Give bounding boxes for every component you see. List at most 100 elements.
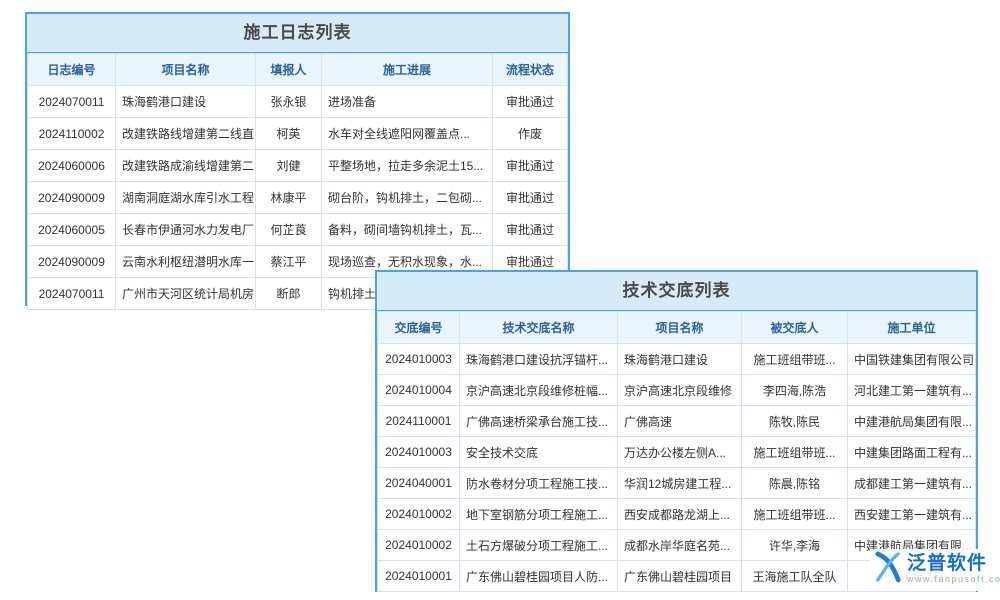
log-id-cell[interactable]: 2024060005 [28,214,116,246]
reporter-cell[interactable]: 断郎 [256,278,322,310]
disclosure-name-cell[interactable]: 土石方爆破分项工程施工... [460,530,618,561]
disclosure-id-cell[interactable]: 2024010003 [378,344,460,375]
disclosure-name-cell[interactable]: 广东佛山碧桂园项目人防... [460,561,618,592]
brand-icon [874,551,902,588]
status-cell: 作废 [493,118,568,150]
technical-disclosure-panel: 技术交底列表 交底编号技术交底名称项目名称被交底人施工单位 2024010003… [375,270,978,592]
project-name-cell[interactable]: 京沪高速北京段维修 [618,375,742,406]
contractor-cell: 西安建工第一建筑有... [848,499,976,530]
project-name-cell[interactable]: 长春市伊通河水力发电厂... [116,214,256,246]
disclosure-name-cell[interactable]: 广佛高速桥梁承台施工技... [460,406,618,437]
progress-cell: 水车对全线遮阳网覆盖点... [322,118,493,150]
project-name-cell[interactable]: 广佛高速 [618,406,742,437]
disclosure-name-cell[interactable]: 京沪高速北京段维修桩幅... [460,375,618,406]
column-header: 被交底人 [742,312,848,344]
table-row[interactable]: 2024110002改建铁路线增建第二线直...柯英水车对全线遮阳网覆盖点...… [28,118,568,150]
table-row[interactable]: 2024070011珠海鹤港口建设张永银进场准备审批通过 [28,86,568,118]
disclosure-id-cell[interactable]: 2024010002 [378,530,460,561]
table-row[interactable]: 2024040001防水卷材分项工程施工技...华润12城房建工程...陈晨,陈… [378,468,976,499]
recipient-cell: 施工班组带班... [742,344,848,375]
disclosure-name-cell[interactable]: 珠海鹤港口建设抗浮锚杆... [460,344,618,375]
column-header: 日志编号 [28,54,116,86]
log-id-cell[interactable]: 2024090009 [28,182,116,214]
disclosure-id-cell[interactable]: 2024010002 [378,499,460,530]
disclosure-name-cell[interactable]: 安全技术交底 [460,437,618,468]
reporter-cell[interactable]: 刘健 [256,150,322,182]
table-row[interactable]: 2024010004京沪高速北京段维修桩幅...京沪高速北京段维修李四海,陈浩河… [378,375,976,406]
project-name-cell[interactable]: 湖南洞庭湖水库引水工程... [116,182,256,214]
reporter-cell[interactable]: 林康平 [256,182,322,214]
project-name-cell[interactable]: 改建铁路成渝线增建第二... [116,150,256,182]
reporter-cell[interactable]: 柯英 [256,118,322,150]
column-header: 填报人 [256,54,322,86]
project-name-cell[interactable]: 广州市天河区统计局机房... [116,278,256,310]
brand-name: 泛普软件 [907,554,1000,574]
contractor-cell: 河北建工第一建筑有... [848,375,976,406]
reporter-cell[interactable]: 何芷莨 [256,214,322,246]
column-header: 施工进展 [322,54,493,86]
table-row[interactable]: 2024110001广佛高速桥梁承台施工技...广佛高速陈牧,陈民中建港航局集团… [378,406,976,437]
status-cell: 审批通过 [493,182,568,214]
log-id-cell[interactable]: 2024090009 [28,246,116,278]
progress-cell: 进场准备 [322,86,493,118]
disclosure-id-cell[interactable]: 2024010004 [378,375,460,406]
recipient-cell: 施工班组带班... [742,437,848,468]
column-header: 流程状态 [493,54,568,86]
table-row[interactable]: 2024010003珠海鹤港口建设抗浮锚杆...珠海鹤港口建设施工班组带班...… [378,344,976,375]
table-row[interactable]: 2024090009湖南洞庭湖水库引水工程...林康平砌台阶，钩机排土，二包砌.… [28,182,568,214]
disclosure-id-cell[interactable]: 2024010003 [378,437,460,468]
project-name-cell[interactable]: 珠海鹤港口建设 [618,344,742,375]
project-name-cell[interactable]: 改建铁路线增建第二线直... [116,118,256,150]
table-header-row: 日志编号项目名称填报人施工进展流程状态 [28,54,568,86]
table-row[interactable]: 2024060006改建铁路成渝线增建第二...刘健平整场地，拉走多余泥土15.… [28,150,568,182]
recipient-cell: 许华,李海 [742,530,848,561]
construction-log-panel: 施工日志列表 日志编号项目名称填报人施工进展流程状态 2024070011珠海鹤… [25,12,570,306]
log-id-cell[interactable]: 2024060006 [28,150,116,182]
status-cell: 审批通过 [493,86,568,118]
project-name-cell[interactable]: 华润12城房建工程... [618,468,742,499]
construction-log-title: 施工日志列表 [27,14,568,53]
progress-cell: 砌台阶，钩机排土，二包砌... [322,182,493,214]
status-cell: 审批通过 [493,214,568,246]
contractor-cell: 中国铁建集团有限公司 [848,344,976,375]
project-name-cell[interactable]: 西安成都路龙湖上... [618,499,742,530]
table-row[interactable]: 2024060005长春市伊通河水力发电厂...何芷莨备料，砌间墙钩机排土，瓦.… [28,214,568,246]
column-header: 项目名称 [618,312,742,344]
disclosure-id-cell[interactable]: 2024040001 [378,468,460,499]
log-id-cell[interactable]: 2024070011 [28,278,116,310]
contractor-cell: 中建集团路面工程有... [848,437,976,468]
reporter-cell[interactable]: 蔡江平 [256,246,322,278]
disclosure-id-cell[interactable]: 2024010001 [378,561,460,592]
progress-cell: 平整场地，拉走多余泥土15... [322,150,493,182]
column-header: 技术交底名称 [460,312,618,344]
recipient-cell: 李四海,陈浩 [742,375,848,406]
column-header: 项目名称 [116,54,256,86]
recipient-cell: 陈晨,陈铭 [742,468,848,499]
recipient-cell: 施工班组带班... [742,499,848,530]
disclosure-name-cell[interactable]: 地下室钢筋分项工程施工... [460,499,618,530]
project-name-cell[interactable]: 成都水岸华庭名苑... [618,530,742,561]
column-header: 施工单位 [848,312,976,344]
log-id-cell[interactable]: 2024070011 [28,86,116,118]
disclosure-name-cell[interactable]: 防水卷材分项工程施工技... [460,468,618,499]
progress-cell: 备料，砌间墙钩机排土，瓦... [322,214,493,246]
table-header-row: 交底编号技术交底名称项目名称被交底人施工单位 [378,312,976,344]
recipient-cell: 王海施工队全队 [742,561,848,592]
recipient-cell: 陈牧,陈民 [742,406,848,437]
project-name-cell[interactable]: 云南水利枢纽潜明水库一... [116,246,256,278]
status-cell: 审批通过 [493,150,568,182]
project-name-cell[interactable]: 万达办公楼左侧A... [618,437,742,468]
log-id-cell[interactable]: 2024110002 [28,118,116,150]
contractor-cell: 中建港航局集团有限... [848,406,976,437]
table-row[interactable]: 2024010002地下室钢筋分项工程施工...西安成都路龙湖上...施工班组带… [378,499,976,530]
technical-disclosure-title: 技术交底列表 [377,272,976,311]
page: 施工日志列表 日志编号项目名称填报人施工进展流程状态 2024070011珠海鹤… [0,0,1000,600]
project-name-cell[interactable]: 珠海鹤港口建设 [116,86,256,118]
contractor-cell: 成都建工第一建筑有... [848,468,976,499]
disclosure-id-cell[interactable]: 2024110001 [378,406,460,437]
project-name-cell[interactable]: 广东佛山碧桂园项目 [618,561,742,592]
brand-url[interactable]: www.fanpusoft.com [907,575,1000,584]
table-row[interactable]: 2024010003安全技术交底万达办公楼左侧A...施工班组带班...中建集团… [378,437,976,468]
column-header: 交底编号 [378,312,460,344]
reporter-cell[interactable]: 张永银 [256,86,322,118]
